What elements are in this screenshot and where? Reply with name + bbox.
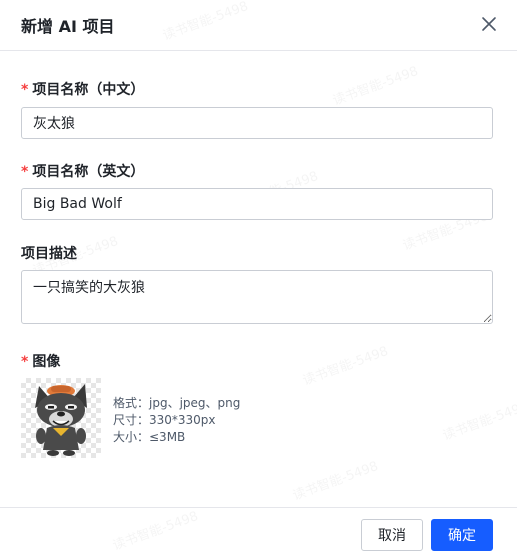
name-en-input[interactable]	[21, 188, 493, 220]
format-text: 格式：jpg、jpeg、png	[113, 396, 241, 410]
description-textarea[interactable]: 一只搞笑的大灰狼	[21, 270, 493, 324]
image-requirements: 格式：jpg、jpeg、png 尺寸：330*330px 大小：≤3MB	[113, 395, 240, 446]
dialog-header: 新增 AI 项目	[0, 0, 517, 51]
dialog-title: 新增 AI 项目	[21, 17, 115, 36]
filesize-text: 大小：≤3MB	[113, 430, 186, 444]
required-mark: *	[21, 164, 29, 180]
description-label: 项目描述	[21, 246, 77, 262]
required-mark: *	[21, 82, 29, 98]
name-cn-label: * 项目名称（中文）	[21, 82, 145, 98]
cancel-button[interactable]: 取消	[361, 519, 423, 551]
image-preview[interactable]	[21, 378, 101, 458]
watermark: 读书智能-5498	[439, 395, 517, 444]
watermark: 读书智能-5498	[299, 340, 390, 389]
wolf-image	[35, 384, 87, 456]
watermark: 读书智能-5498	[289, 455, 380, 504]
confirm-button[interactable]: 确定	[431, 519, 493, 551]
name-en-label: * 项目名称（英文）	[21, 164, 145, 180]
close-icon[interactable]	[479, 14, 499, 34]
required-mark: *	[21, 354, 29, 370]
dimension-text: 尺寸：330*330px	[113, 413, 216, 427]
image-label: * 图像	[21, 354, 61, 370]
watermark: 读书智能-5498	[329, 60, 420, 109]
name-cn-input[interactable]	[21, 107, 493, 139]
